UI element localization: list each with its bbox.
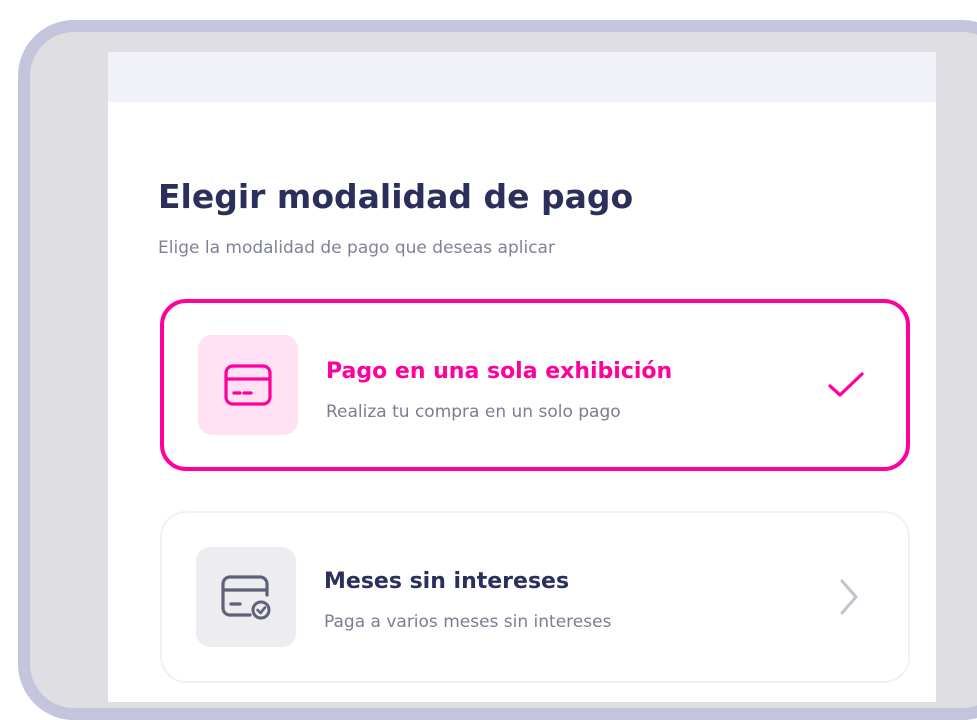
chevron-right-icon (824, 573, 872, 621)
check-icon (822, 361, 870, 409)
card-clock-icon (196, 547, 296, 647)
option-title: Pago en una sola exhibición (326, 359, 673, 384)
payment-option-single[interactable]: Pago en una sola exhibición Realiza tu c… (160, 299, 910, 471)
screen: Elegir modalidad de pago Elige la modali… (108, 52, 936, 702)
option-description: Paga a varios meses sin intereses (324, 612, 612, 632)
top-bar (108, 52, 936, 102)
page-title: Elegir modalidad de pago (158, 177, 634, 216)
payment-option-msi[interactable]: Meses sin intereses Paga a varios meses … (160, 511, 910, 683)
page-subtitle: Elige la modalidad de pago que deseas ap… (158, 238, 555, 258)
option-description: Realiza tu compra en un solo pago (326, 402, 621, 422)
option-title: Meses sin intereses (324, 569, 570, 594)
credit-card-icon (198, 335, 298, 435)
device-frame: Elegir modalidad de pago Elige la modali… (18, 20, 977, 720)
